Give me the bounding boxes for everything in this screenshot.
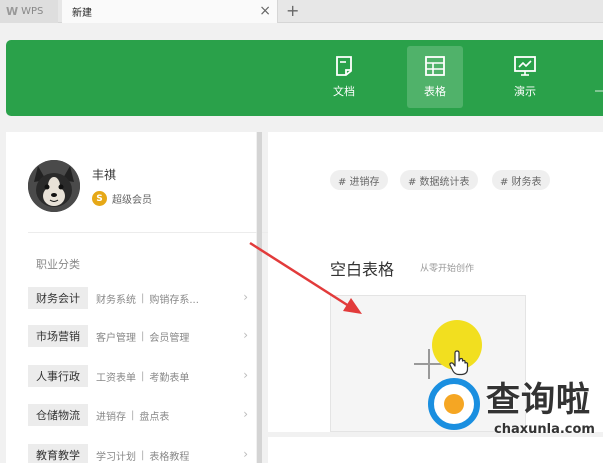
watermark-url: chaxunla.com [494,422,595,437]
tab-wps-label: WPS [21,6,44,17]
category-row: 财务会计 财务系统 | 购销存系... › [28,287,248,309]
separator: | [141,292,145,304]
category-label[interactable]: 财务会计 [28,287,88,309]
chevron-right-icon[interactable]: › [243,368,248,382]
category-row: 教育教学 学习计划 | 表格教程 › [28,444,248,463]
sidebar: 丰祺 S 超级会员 职业分类 财务会计 财务系统 | 购销存系... › 市场营… [6,132,268,463]
doc-type-label: 文档 [333,85,355,98]
category-row: 仓储物流 进销存 | 盘点表 › [28,404,248,426]
close-icon[interactable]: × [259,3,271,19]
section-title: 空白表格 [330,260,395,279]
tag-chip[interactable]: # 财务表 [492,170,550,190]
category-label[interactable]: 市场营销 [28,325,88,347]
doc-type-label: 演示 [514,85,536,98]
subcategory-link[interactable]: 表格教程 [149,448,189,463]
separator: | [141,370,145,382]
subcategory-link[interactable]: 盘点表 [139,408,169,423]
subcategory-link[interactable]: 会员管理 [149,329,189,344]
membership-label: 超级会员 [112,195,152,206]
user-name: 丰祺 [92,168,117,182]
avatar[interactable] [28,160,80,212]
watermark-logo-dot [444,394,464,414]
separator: | [131,409,135,421]
subcategory-link[interactable]: 进销存 [96,408,126,423]
tab-new-label: 新建 [72,8,92,19]
spreadsheet-icon [425,56,445,76]
section-subtitle: 从零开始创作 [420,264,475,274]
watermark-text: 查询啦 [486,380,591,420]
tab-bar: W WPS 新建 × + [0,0,603,23]
subcategory-link[interactable]: 财务系统 [96,291,136,306]
watermark-logo-icon [428,378,480,430]
banner-overflow-indicator [595,90,603,92]
presentation-icon [514,56,536,76]
subcategory-link[interactable]: 客户管理 [96,329,136,344]
doc-type-document[interactable]: 文档 [316,46,372,108]
doc-type-label: 表格 [424,85,446,98]
tab-wps-home[interactable]: W WPS [0,0,58,23]
tag-chip[interactable]: # 数据统计表 [400,170,478,190]
category-label[interactable]: 教育教学 [28,444,88,463]
subcategory-link[interactable]: 工资表单 [96,369,136,384]
doc-type-spreadsheet[interactable]: 表格 [407,46,463,108]
tab-new[interactable]: 新建 × [62,0,278,23]
membership-badge[interactable]: S 超级会员 [92,191,152,206]
doc-type-banner: 文档 表格 演示 [6,40,603,116]
chevron-right-icon[interactable]: › [243,407,248,421]
separator: | [141,330,145,342]
category-title: 职业分类 [36,258,80,271]
chevron-right-icon[interactable]: › [243,290,248,304]
chevron-right-icon[interactable]: › [243,447,248,461]
vip-coin-icon: S [92,191,107,206]
watermark: 查询啦 chaxunla.com [424,372,600,444]
chevron-right-icon[interactable]: › [243,328,248,342]
subcategory-link[interactable]: 考勤表单 [149,369,189,384]
category-row: 市场营销 客户管理 | 会员管理 › [28,325,248,347]
tag-chip[interactable]: # 进销存 [330,170,388,190]
category-row: 人事行政 工资表单 | 考勤表单 › [28,365,248,387]
subcategory-link[interactable]: 学习计划 [96,448,136,463]
separator: | [141,449,145,461]
subcategory-link[interactable]: 购销存系... [149,291,199,306]
avatar-dog-image [28,160,80,212]
divider [28,232,268,233]
wps-logo-icon: W [6,5,19,18]
scrollbar[interactable] [257,132,262,463]
add-tab-icon[interactable]: + [286,1,299,21]
document-icon [336,56,352,76]
category-label[interactable]: 仓储物流 [28,404,88,426]
category-label[interactable]: 人事行政 [28,365,88,387]
doc-type-presentation[interactable]: 演示 [497,46,553,108]
